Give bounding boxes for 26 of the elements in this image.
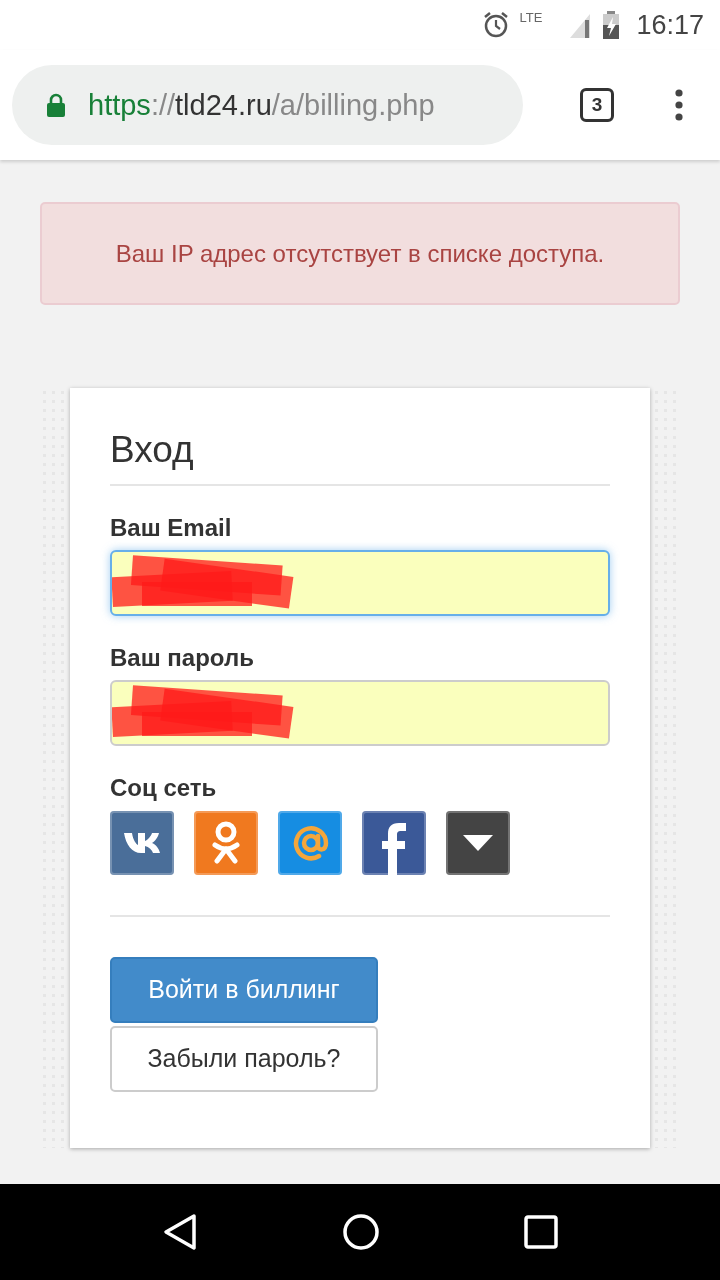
logo-icon [124, 831, 160, 854]
login-button[interactable]: Войти в биллинг [110, 956, 378, 1023]
address-field[interactable]: https://tld24.ru/a/billing.php [12, 65, 523, 145]
network-label: LTE [519, 10, 543, 25]
clock-time: 16:17 [636, 9, 704, 41]
logo-icon [212, 821, 240, 865]
social-login-button[interactable] [362, 810, 426, 875]
logo-icon [382, 822, 406, 875]
back-icon[interactable] [162, 1213, 198, 1251]
field-label: Ваш пароль [110, 644, 255, 673]
error-alert: Ваш IP адрес отсутствует в списке доступа. [40, 202, 680, 305]
recents-icon[interactable] [524, 1215, 558, 1249]
social-login-button[interactable] [446, 810, 510, 875]
field-label: Ваш Email [110, 514, 233, 544]
menu-icon[interactable] [674, 89, 684, 121]
social-login-button[interactable] [110, 810, 174, 875]
form-title: Вход [110, 428, 195, 472]
home-icon[interactable] [342, 1213, 380, 1251]
battery-icon [602, 11, 621, 39]
tab-count-button[interactable]: 3 [580, 88, 614, 122]
forgot-password-button[interactable]: Забыли пароль? [110, 1025, 378, 1092]
input-field[interactable] [110, 550, 610, 617]
field-label: Соц сеть [110, 774, 218, 803]
caret-icon [463, 834, 493, 851]
input-field[interactable] [110, 680, 610, 746]
signal-icon [568, 12, 593, 38]
